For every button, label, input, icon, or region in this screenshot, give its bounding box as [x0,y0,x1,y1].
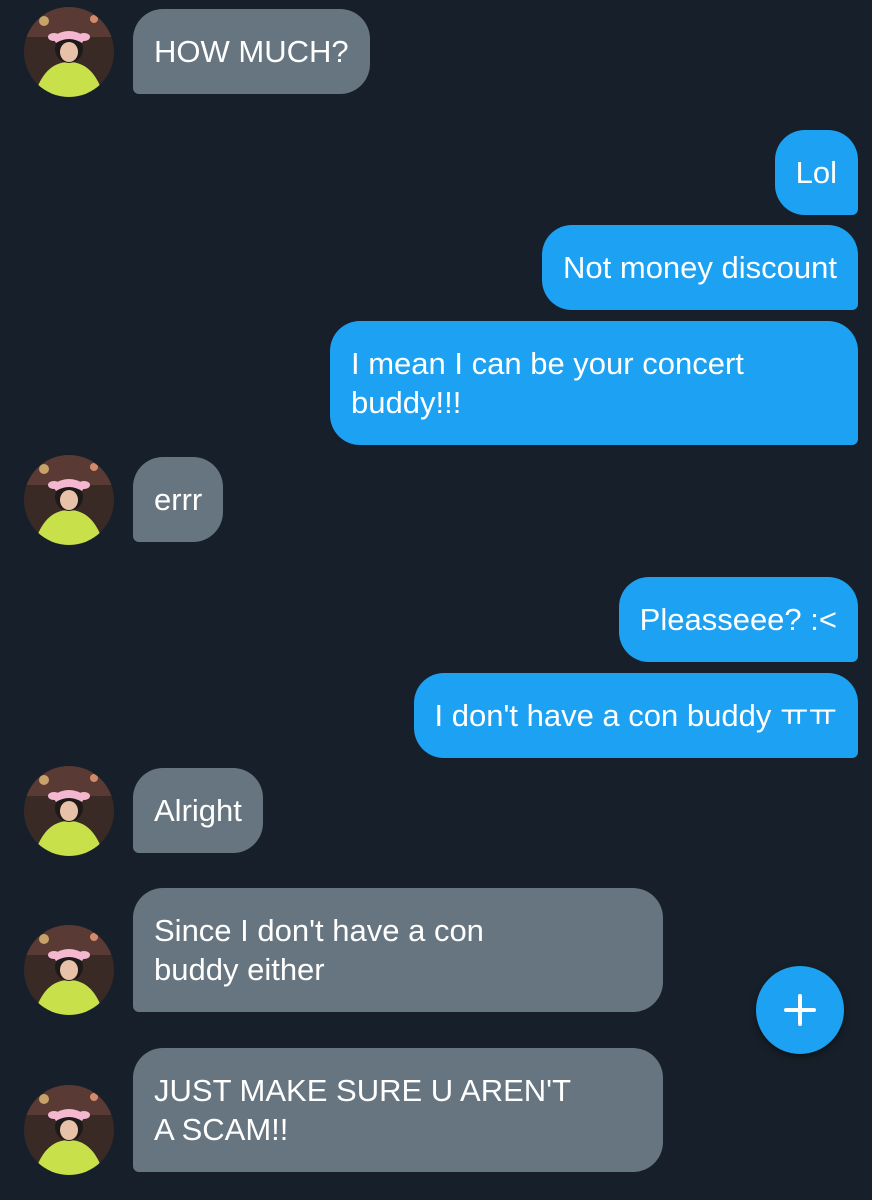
message-bubble-incoming[interactable]: Since I don't have a con buddy either [133,888,663,1012]
message-bubble-incoming[interactable]: JUST MAKE SURE U AREN'T A SCAM!! [133,1048,663,1172]
avatar[interactable] [24,1085,114,1175]
message-bubble-incoming[interactable]: Alright [133,768,263,853]
avatar[interactable] [24,766,114,856]
message-bubble-outgoing[interactable]: I don't have a con buddy ㅠㅠ [413,673,858,758]
plus-icon [784,994,816,1026]
message-bubble-outgoing[interactable]: Not money discount [542,225,858,310]
avatar-image [24,766,114,856]
message-bubble-incoming[interactable]: errr [133,457,224,542]
compose-fab-button[interactable] [756,966,844,1054]
message-bubble-outgoing[interactable]: Pleasseee? :< [618,577,858,662]
avatar-image [24,1085,114,1175]
avatar[interactable] [24,455,114,545]
message-bubble-outgoing[interactable]: Lol [774,130,858,215]
message-bubble-outgoing[interactable]: I mean I can be your concert buddy!!! [330,321,858,445]
avatar-image [24,925,114,1015]
avatar[interactable] [24,7,114,97]
avatar[interactable] [24,925,114,1015]
message-bubble-incoming[interactable]: HOW MUCH? [133,9,370,94]
avatar-image [24,455,114,545]
avatar-image [24,7,114,97]
